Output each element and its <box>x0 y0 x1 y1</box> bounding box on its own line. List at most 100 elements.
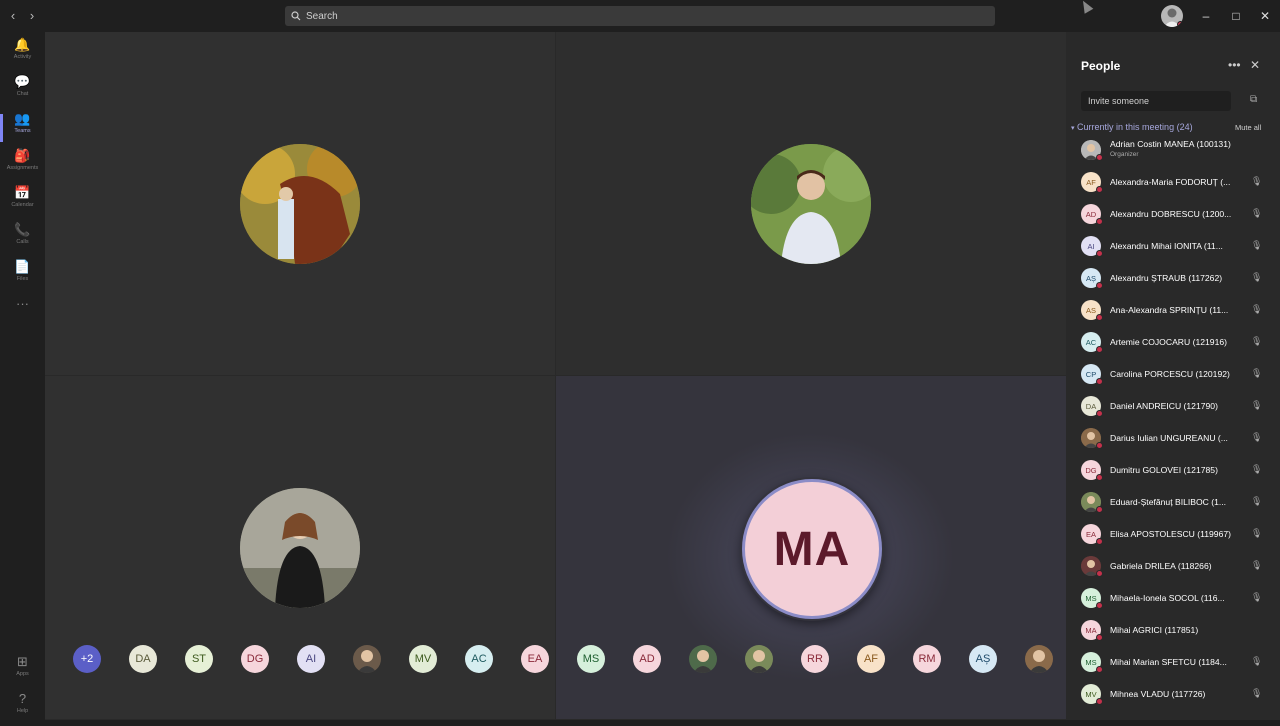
search-input[interactable]: Search <box>285 6 995 26</box>
rail-item-more[interactable]: ··· <box>0 295 45 331</box>
participant-row[interactable]: AI Alexandru Mihai IONITA (11... 🎙 <box>1081 236 1271 258</box>
video-tile-2[interactable] <box>556 32 1066 375</box>
minimize-button[interactable]: – <box>1196 6 1216 26</box>
rail-item-label: Calendar <box>11 202 34 208</box>
more-options-icon[interactable]: ••• <box>1228 58 1241 72</box>
strip-avatar[interactable]: EA <box>521 645 549 673</box>
participant-row[interactable]: MA Mihai AGRICI (117851) <box>1081 620 1271 642</box>
presence-busy-icon <box>1177 21 1183 27</box>
participant-row[interactable]: AF Alexandra-Maria FODORUȚ (... 🎙 <box>1081 172 1271 194</box>
participant-avatar: DG <box>1081 460 1103 481</box>
participant-row[interactable]: AC Artemie COJOCARU (121916) 🎙 <box>1081 332 1271 354</box>
participant-row[interactable]: Eduard-Ștefănuț BILIBOC (1... 🎙 <box>1081 492 1271 514</box>
participant-avatar-photo <box>1081 140 1103 161</box>
strip-avatar[interactable]: MV <box>409 645 437 673</box>
strip-avatar[interactable]: AȘ <box>969 645 997 673</box>
forward-arrow-icon[interactable]: › <box>24 8 40 24</box>
rail-item-calls[interactable]: 📞 Calls <box>0 221 45 257</box>
people-panel: People ••• ✕ Invite someone ⧉ ▾ Currentl… <box>1067 32 1280 720</box>
mic-muted-icon[interactable]: 🎙 <box>1251 560 1262 571</box>
participant-name: Alexandru ȘTRAUB (117262) <box>1110 273 1223 283</box>
participant-row[interactable]: Adrian Costin MANEA (100131) Organizer <box>1081 139 1271 162</box>
teams-icon: 👥 <box>14 111 31 126</box>
mic-muted-icon[interactable]: 🎙 <box>1251 464 1262 475</box>
rail-item-help[interactable]: ? Help <box>0 690 45 726</box>
close-panel-icon[interactable]: ✕ <box>1250 58 1260 72</box>
mic-muted-icon[interactable]: 🎙 <box>1251 272 1262 283</box>
participant-name: Adrian Costin MANEA (100131) <box>1110 139 1231 149</box>
maximize-button[interactable]: □ <box>1226 6 1246 26</box>
strip-avatar-photo[interactable] <box>745 645 773 673</box>
mic-muted-icon[interactable]: 🎙 <box>1251 336 1262 347</box>
strip-avatar[interactable]: DA <box>129 645 157 673</box>
strip-avatar[interactable]: ST <box>185 645 213 673</box>
rail-item-files[interactable]: 📄 Files <box>0 258 45 294</box>
mic-muted-icon[interactable]: 🎙 <box>1251 400 1262 411</box>
strip-avatar[interactable]: AC <box>465 645 493 673</box>
active-speaker-initials: MA <box>773 522 851 576</box>
participant-name: Mihnea VLADU (117726) <box>1110 689 1206 699</box>
mic-muted-icon[interactable]: 🎙 <box>1251 592 1262 603</box>
participant-row[interactable]: AȘ Alexandru ȘTRAUB (117262) 🎙 <box>1081 268 1271 290</box>
mic-muted-icon[interactable]: 🎙 <box>1251 304 1262 315</box>
mic-muted-icon[interactable]: 🎙 <box>1251 496 1262 507</box>
participant-row[interactable]: EA Elisa APOSTOLESCU (119967) 🎙 <box>1081 524 1271 546</box>
participant-row[interactable]: MS Mihaela-Ionela SOCOL (116... 🎙 <box>1081 588 1271 610</box>
participant-initials: CP <box>1085 369 1097 379</box>
participant-row[interactable]: MS Mihai Marian SFETCU (1184... 🎙 <box>1081 652 1271 674</box>
participant-row[interactable]: DA Daniel ANDREICU (121790) 🎙 <box>1081 396 1271 418</box>
strip-avatar[interactable]: RM <box>913 645 941 673</box>
participant-initials: AD <box>1085 209 1097 219</box>
rail-item-assignments[interactable]: 🎒 Assignments <box>0 147 45 183</box>
participant-name: Eduard-Ștefănuț BILIBOC (1... <box>1110 497 1227 507</box>
participant-row[interactable]: AS Ana-Alexandra SPRINȚU (11... 🎙 <box>1081 300 1271 322</box>
rail-item-chat[interactable]: 💬 Chat <box>0 73 45 109</box>
section-header[interactable]: ▾ Currently in this meeting (24) <box>1071 122 1193 132</box>
back-arrow-icon[interactable]: ‹ <box>5 8 21 24</box>
mic-muted-icon[interactable]: 🎙 <box>1251 368 1262 379</box>
mic-muted-icon[interactable]: 🎙 <box>1251 240 1262 251</box>
mic-muted-icon[interactable]: 🎙 <box>1251 176 1262 187</box>
rail-item-calendar[interactable]: 📅 Calendar <box>0 184 45 220</box>
participant-row[interactable]: Darius Iulian UNGUREANU (... 🎙 <box>1081 428 1271 450</box>
participant-row[interactable]: DG Dumitru GOLOVEI (121785) 🎙 <box>1081 460 1271 482</box>
strip-avatar[interactable]: +2 <box>73 645 101 673</box>
strip-avatar[interactable]: MS <box>577 645 605 673</box>
rail-item-teams[interactable]: 👥 Teams <box>0 110 45 146</box>
rail-item-label: Calls <box>16 239 29 245</box>
participant-name: Daniel ANDREICU (121790) <box>1110 401 1218 411</box>
strip-avatar-photo[interactable] <box>353 645 381 673</box>
participant-initials: AS <box>1085 305 1096 315</box>
participant-avatar-photo <box>1081 492 1103 513</box>
strip-avatar[interactable]: RR <box>801 645 829 673</box>
strip-avatar[interactable]: AD <box>633 645 661 673</box>
mute-all-button[interactable]: Mute all <box>1235 123 1261 132</box>
mic-muted-icon[interactable]: 🎙 <box>1251 688 1262 699</box>
strip-avatar[interactable]: AF <box>857 645 885 673</box>
rail-item-label: Activity <box>13 54 32 60</box>
rail-item-label: Files <box>16 276 29 282</box>
rail-item-activity[interactable]: 🔔 Activity <box>0 36 45 72</box>
copy-link-icon[interactable]: ⧉ <box>1250 94 1257 105</box>
close-window-button[interactable]: ✕ <box>1255 6 1275 26</box>
strip-avatar-photo[interactable] <box>1025 645 1053 673</box>
mic-muted-icon[interactable]: 🎙 <box>1251 208 1262 219</box>
mic-muted-icon[interactable]: 🎙 <box>1251 432 1262 443</box>
strip-avatar-photo[interactable] <box>689 645 717 673</box>
mic-muted-icon[interactable]: 🎙 <box>1251 656 1262 667</box>
participant-name: Alexandra-Maria FODORUȚ (... <box>1110 177 1231 187</box>
strip-avatar[interactable]: AI <box>297 645 325 673</box>
video-tile-1[interactable] <box>45 32 555 375</box>
participant-row[interactable]: Gabriela DRILEA (118266) 🎙 <box>1081 556 1271 578</box>
participant-avatar-photo <box>1081 428 1103 449</box>
strip-avatar[interactable]: DG <box>241 645 269 673</box>
participant-avatar: MS <box>1081 652 1103 673</box>
participant-row[interactable]: MV Mihnea VLADU (117726) 🎙 <box>1081 684 1271 706</box>
mic-muted-icon[interactable]: 🎙 <box>1251 528 1262 539</box>
participant-row[interactable]: AD Alexandru DOBRESCU (1200... 🎙 <box>1081 204 1271 226</box>
participant-row[interactable]: CP Carolina PORCESCU (120192) 🎙 <box>1081 364 1271 386</box>
profile-avatar[interactable] <box>1161 5 1183 27</box>
invite-input[interactable]: Invite someone <box>1081 91 1231 111</box>
rail-item-apps[interactable]: ⊞ Apps <box>0 653 45 689</box>
app-rail: 🔔 Activity 💬 Chat 👥 Teams 🎒 Assignments 📅 Calenda… <box>0 32 45 720</box>
